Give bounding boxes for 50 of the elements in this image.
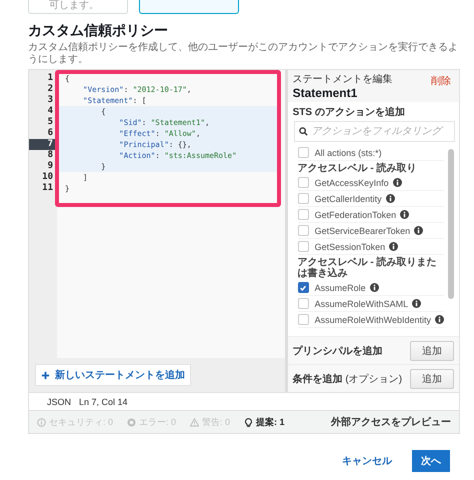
check-count: 提案: 1 xyxy=(256,416,285,428)
next-button[interactable]: 次へ xyxy=(412,450,450,472)
cancel-link[interactable]: キャンセル xyxy=(342,454,392,468)
access-level-heading: アクセスレベル - 読み取りまたは書き込み xyxy=(298,256,438,280)
warning-icon xyxy=(190,418,200,426)
line-number: 4 xyxy=(46,106,54,117)
action-label: GetAccessKeyInfo xyxy=(314,178,389,188)
add-button[interactable]: 追加 xyxy=(410,340,454,360)
action-label: GetCallerIdentity xyxy=(314,194,382,204)
scrollbar-thumb[interactable] xyxy=(448,149,454,299)
delete-link[interactable]: 削除 xyxy=(431,72,451,100)
add-statement-button[interactable]: 新しいステートメントを追加 xyxy=(35,364,191,386)
lightbulb-icon xyxy=(244,418,254,426)
plus-icon xyxy=(41,370,50,380)
option-card[interactable] xyxy=(139,0,239,14)
line-number: 7 xyxy=(29,139,57,150)
section-label: 条件を追加 (オプション) xyxy=(292,372,402,386)
checkbox[interactable] xyxy=(298,282,309,293)
section-title: カスタム信頼ポリシー xyxy=(28,22,169,40)
panel-heading: ステートメントを編集 xyxy=(292,73,393,86)
action-label: All actions (sts:*) xyxy=(314,148,382,158)
action-label: GetSessionToken xyxy=(314,242,386,252)
action-label: GetServiceBearerToken xyxy=(314,226,410,236)
line-number: 2 xyxy=(46,84,54,95)
action-label: AssumeRoleWithWebIdentity xyxy=(314,314,431,324)
preview-link[interactable]: 外部アクセスをプレビュー xyxy=(331,415,451,429)
filter-field[interactable]: アクションをフィルタリング xyxy=(294,121,455,142)
line-number: 6 xyxy=(46,128,54,139)
action-label: AssumeRoleWithSAML xyxy=(314,298,408,308)
line-number: 8 xyxy=(46,150,54,161)
access-level-heading: アクセスレベル - 読み取り xyxy=(298,162,418,175)
line-number: 5 xyxy=(46,117,54,128)
line-number: 10 xyxy=(41,172,54,183)
line-number: 1 xyxy=(46,73,54,84)
action-label: GetFederationToken xyxy=(314,210,396,220)
line-number: 3 xyxy=(46,95,54,106)
add-button[interactable]: 追加 xyxy=(410,368,454,388)
option-card[interactable]: 可します。 xyxy=(28,0,128,14)
actions-title: STS のアクションを追加 xyxy=(292,106,406,120)
statement-name: Statement1 xyxy=(292,86,358,100)
section-description: カスタム信頼ポリシーを作成して、他のユーザーがこのアカウントでアクションを実行できるようにします。 xyxy=(28,42,459,66)
cursor-position: Ln 7, Col 14 xyxy=(79,397,128,407)
line-number: 9 xyxy=(46,161,54,172)
search-icon xyxy=(298,127,308,136)
line-number: 11 xyxy=(41,183,54,194)
section-label: プリンシパルを追加 xyxy=(292,344,383,358)
language-label: JSON xyxy=(47,397,72,407)
action-label: AssumeRole xyxy=(314,282,366,292)
info-circle-icon xyxy=(37,418,46,426)
circle-icon xyxy=(127,418,136,426)
